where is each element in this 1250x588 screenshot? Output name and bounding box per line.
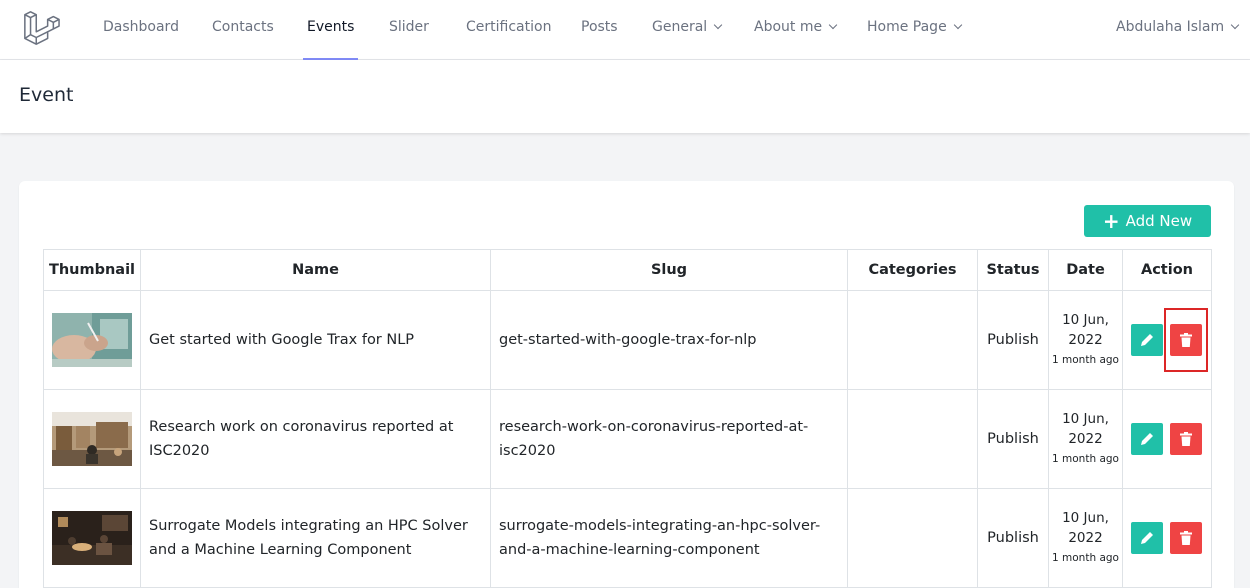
delete-button[interactable] [1164, 308, 1208, 372]
column-header-slug: Slug [490, 249, 848, 291]
cell-status: Publish [977, 389, 1049, 489]
nav-general-dropdown[interactable]: General [652, 0, 723, 60]
cell-action [1122, 389, 1212, 489]
thumbnail-image [52, 412, 132, 466]
pencil-icon [1141, 433, 1153, 445]
cell-action [1122, 290, 1212, 390]
cell-date: 10 Jun, 2022 1 month ago [1048, 488, 1123, 588]
page-header: Event [0, 60, 1250, 133]
edit-button[interactable] [1131, 522, 1163, 554]
edit-button[interactable] [1131, 423, 1163, 455]
table-row: Get started with Google Trax for NLP get… [43, 290, 1212, 390]
thumbnail-image [52, 313, 132, 367]
cell-name: Surrogate Models integrating an HPC Solv… [140, 488, 491, 588]
delete-button-highlight [1164, 308, 1208, 372]
trash-icon [1180, 531, 1192, 545]
column-header-name: Name [140, 249, 491, 291]
laravel-logo-icon[interactable] [22, 9, 60, 47]
nav-dashboard[interactable]: Dashboard [103, 0, 179, 60]
chevron-down-icon [953, 20, 962, 30]
cell-slug: surrogate-models-integrating-an-hpc-solv… [490, 488, 848, 588]
pencil-icon [1141, 532, 1153, 544]
table-row: Surrogate Models integrating an HPC Solv… [43, 488, 1212, 588]
edit-button[interactable] [1131, 324, 1163, 356]
column-header-action: Action [1122, 249, 1212, 291]
column-header-status: Status [977, 249, 1049, 291]
thumbnail-image [52, 511, 132, 565]
nav-about-me-dropdown[interactable]: About me [754, 0, 838, 60]
chevron-down-icon [1230, 20, 1240, 30]
chevron-down-icon [713, 20, 723, 30]
cell-slug: research-work-on-coronavirus-reported-at… [490, 389, 848, 489]
column-header-date: Date [1048, 249, 1123, 291]
nav-certification[interactable]: Certification [466, 0, 551, 60]
cell-categories [847, 389, 978, 489]
nav-slider[interactable]: Slider [389, 0, 429, 60]
page-title: Event [19, 84, 74, 106]
cell-action [1122, 488, 1212, 588]
chevron-down-icon [828, 20, 838, 30]
cell-date: 10 Jun, 2022 1 month ago [1048, 290, 1123, 390]
cell-name: Research work on coronavirus reported at… [140, 389, 491, 489]
cell-status: Publish [977, 290, 1049, 390]
cell-categories [847, 488, 978, 588]
user-menu-dropdown[interactable]: Abdulaha Islam [1116, 0, 1240, 60]
plus-icon: + [1102, 209, 1120, 233]
cell-status: Publish [977, 488, 1049, 588]
events-table: Thumbnail Name Slug Categories Status Da… [43, 249, 1212, 588]
cell-slug: get-started-with-google-trax-for-nlp [490, 290, 848, 390]
pencil-icon [1141, 334, 1153, 346]
table-header-row: Thumbnail Name Slug Categories Status Da… [43, 249, 1212, 291]
delete-button[interactable] [1170, 423, 1202, 455]
cell-categories [847, 290, 978, 390]
nav-home-page-dropdown[interactable]: Home Page [867, 0, 962, 60]
trash-icon [1180, 432, 1192, 446]
cell-name: Get started with Google Trax for NLP [140, 290, 491, 390]
column-header-categories: Categories [847, 249, 978, 291]
top-navbar: Dashboard Contacts Events Slider Certifi… [0, 0, 1250, 60]
table-row: Research work on coronavirus reported at… [43, 389, 1212, 489]
delete-button[interactable] [1170, 522, 1202, 554]
cell-date: 10 Jun, 2022 1 month ago [1048, 389, 1123, 489]
column-header-thumbnail: Thumbnail [43, 249, 141, 291]
nav-posts[interactable]: Posts [581, 0, 618, 60]
nav-contacts[interactable]: Contacts [212, 0, 274, 60]
nav-events[interactable]: Events [302, 0, 359, 60]
add-new-button[interactable]: + Add New [1084, 205, 1211, 237]
